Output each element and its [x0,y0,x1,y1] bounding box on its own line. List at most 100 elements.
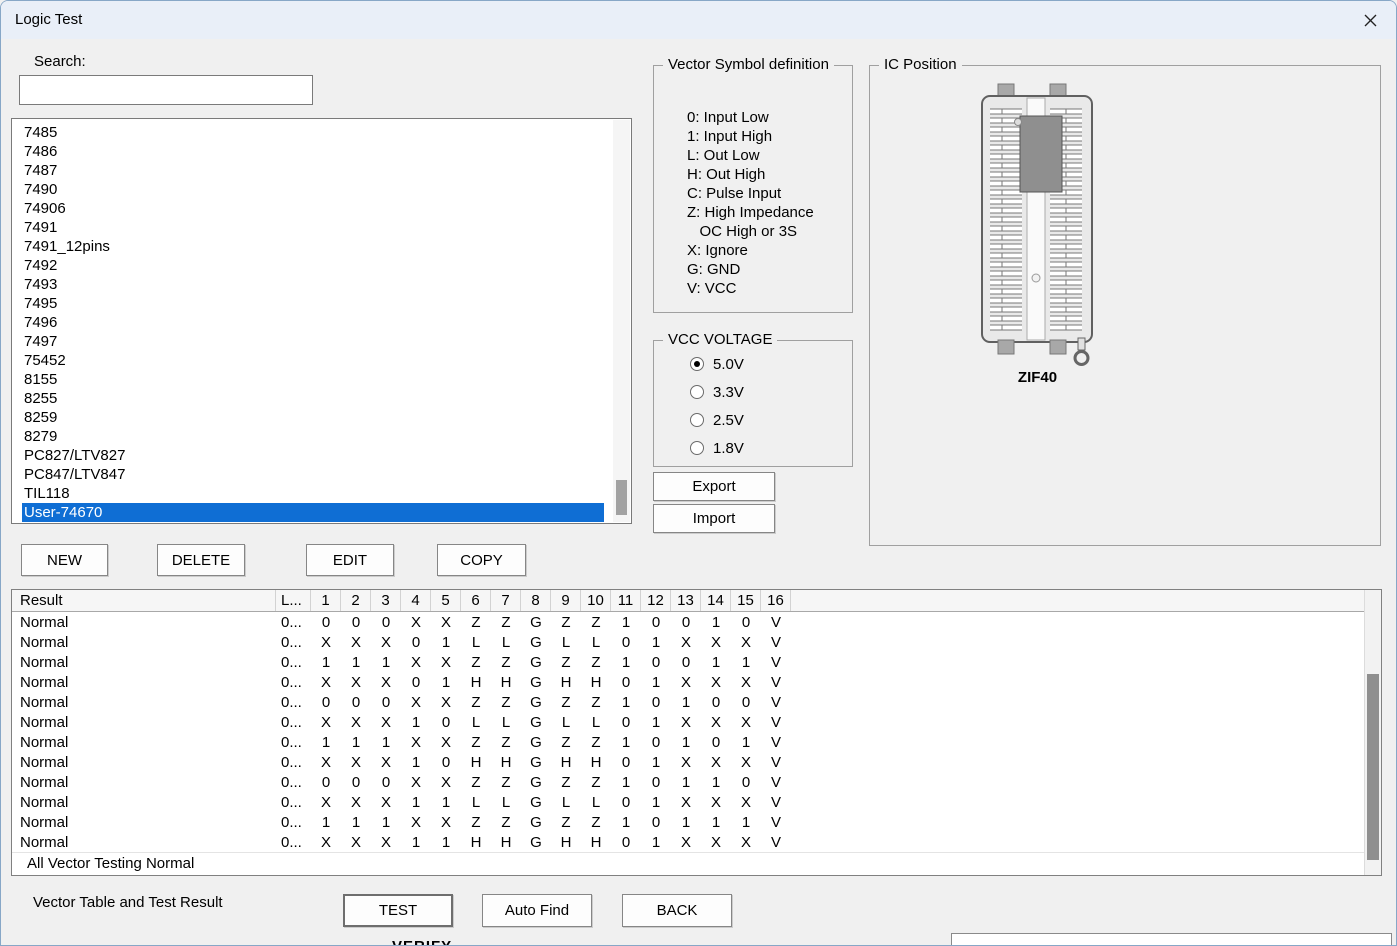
auto-find-button[interactable]: Auto Find [482,894,592,927]
pin-cell: X [701,834,731,851]
table-header-cell[interactable]: 6 [461,590,491,611]
table-header-cell[interactable]: 14 [701,590,731,611]
vcc-voltage-option[interactable]: 1.8V [690,438,744,458]
ic-list-item[interactable]: 7492 [22,256,604,275]
delete-button[interactable]: DELETE [157,544,245,576]
ic-list-item[interactable]: 74906 [22,199,604,218]
list-scrollbar[interactable] [613,120,630,522]
pin-cell: X [731,834,761,851]
ic-list-item[interactable]: 7487 [22,161,604,180]
ic-list-item[interactable]: 7496 [22,313,604,332]
table-header-cell[interactable]: 5 [431,590,461,611]
export-button[interactable]: Export [653,472,775,501]
list-scrollbar-thumb[interactable] [616,480,627,515]
radio-icon [690,413,704,427]
pin-cell: X [341,834,371,851]
pin-cell: L [581,634,611,651]
pin-cell: X [671,794,701,811]
table-header-cell[interactable]: 15 [731,590,761,611]
pin-cell: 0 [611,794,641,811]
vcc-voltage-option[interactable]: 2.5V [690,410,744,430]
ic-list-item[interactable]: 8279 [22,427,604,446]
ic-list-item[interactable]: PC827/LTV827 [22,446,604,465]
table-row[interactable]: Normal 0... 0 0 0 X X Z Z G Z Z 1 0 1 1 [12,772,1381,792]
table-header-cell[interactable]: 16 [761,590,791,611]
table-header-cell[interactable]: 7 [491,590,521,611]
table-header-cell[interactable]: 9 [551,590,581,611]
level-cell: 0... [276,694,311,711]
pin-cell: X [341,754,371,771]
table-header-cell[interactable]: Result [12,590,276,611]
table-row[interactable]: Normal 0... X X X 0 1 H H G H H 0 1 X X [12,672,1381,692]
pin-cell: X [371,634,401,651]
ic-list-item[interactable]: 7495 [22,294,604,313]
ic-list-item[interactable]: 7491 [22,218,604,237]
ic-list-item[interactable]: 8155 [22,370,604,389]
vcc-voltage-option[interactable]: 5.0V [690,354,744,374]
table-header-cell[interactable]: 8 [521,590,551,611]
table-header-cell[interactable]: 2 [341,590,371,611]
ic-list-item[interactable]: 75452 [22,351,604,370]
table-row[interactable]: Normal 0... X X X 0 1 L L G L L 0 1 X X [12,632,1381,652]
ic-list-item[interactable]: 8255 [22,389,604,408]
ic-list-item[interactable]: TIL118 [22,484,604,503]
result-cell: Normal [12,634,276,651]
ic-list-item[interactable]: 7497 [22,332,604,351]
close-button[interactable] [1354,6,1386,34]
ic-list-item[interactable]: User-74670 [22,503,604,522]
table-header-cell[interactable]: 3 [371,590,401,611]
pin-cell: V [761,814,791,831]
new-button[interactable]: NEW [21,544,108,576]
copy-button[interactable]: COPY [437,544,526,576]
pin-cell: 1 [341,734,371,751]
footer-label: Vector Table and Test Result [33,894,223,911]
back-button[interactable]: BACK [622,894,732,927]
table-header-cell[interactable]: 1 [311,590,341,611]
pin-cell: H [551,754,581,771]
table-scrollbar-thumb[interactable] [1367,674,1379,860]
table-row[interactable]: Normal 0... 1 1 1 X X Z Z G Z Z 1 0 0 1 [12,652,1381,672]
pin-cell: X [731,634,761,651]
pin-cell: X [701,634,731,651]
table-header-cell[interactable]: 10 [581,590,611,611]
pin-cell: Z [461,814,491,831]
vcc-voltage-option-label: 3.3V [713,384,744,401]
pin-cell: X [401,814,431,831]
table-header-cell[interactable]: L... [276,590,311,611]
pin-cell: V [761,754,791,771]
ic-list-item[interactable]: 7486 [22,142,604,161]
vcc-voltage-option[interactable]: 3.3V [690,382,744,402]
pin-cell: 1 [641,674,671,691]
ic-list-item[interactable]: 7491_12pins [22,237,604,256]
table-row[interactable]: Normal 0... X X X 1 0 H H G H H 0 1 X X [12,752,1381,772]
table-row[interactable]: Normal 0... X X X 1 1 L L G L L 0 1 X X [12,792,1381,812]
ic-list-item[interactable]: 8259 [22,408,604,427]
ic-list-item[interactable]: 7485 [22,123,604,142]
table-header-cell[interactable]: 13 [671,590,701,611]
table-row[interactable]: Normal 0... X X X 1 1 H H G H H 0 1 X X [12,832,1381,852]
table-header-cell[interactable]: 4 [401,590,431,611]
table-row[interactable]: Normal 0... X X X 1 0 L L G L L 0 1 X X [12,712,1381,732]
ic-list-item[interactable]: 7490 [22,180,604,199]
import-button[interactable]: Import [653,504,775,533]
table-row[interactable]: Normal 0... 1 1 1 X X Z Z G Z Z 1 0 1 1 [12,812,1381,832]
titlebar[interactable]: Logic Test [1,1,1396,39]
table-header-cell[interactable]: 11 [611,590,641,611]
table-row[interactable]: Normal 0... 0 0 0 X X Z Z G Z Z 1 0 1 0 [12,692,1381,712]
pin-cell: 0 [641,694,671,711]
search-input[interactable] [19,75,313,105]
table-row[interactable]: Normal 0... 0 0 0 X X Z Z G Z Z 1 0 0 1 [12,612,1381,632]
table-row[interactable]: Normal 0... 1 1 1 X X Z Z G Z Z 1 0 1 0 [12,732,1381,752]
pin-cell: 0 [401,674,431,691]
table-header-cell[interactable]: 12 [641,590,671,611]
vector-symbol-line: C: Pulse Input [687,184,814,203]
ic-position-group-title: IC Position [879,56,962,73]
table-scrollbar[interactable] [1364,590,1381,875]
pin-cell: 1 [371,734,401,751]
ic-list-item[interactable]: PC847/LTV847 [22,465,604,484]
ic-list-item[interactable]: 7493 [22,275,604,294]
edit-button[interactable]: EDIT [306,544,394,576]
test-button[interactable]: TEST [343,894,453,927]
vcc-voltage-group-title: VCC VOLTAGE [663,331,777,348]
level-cell: 0... [276,654,311,671]
